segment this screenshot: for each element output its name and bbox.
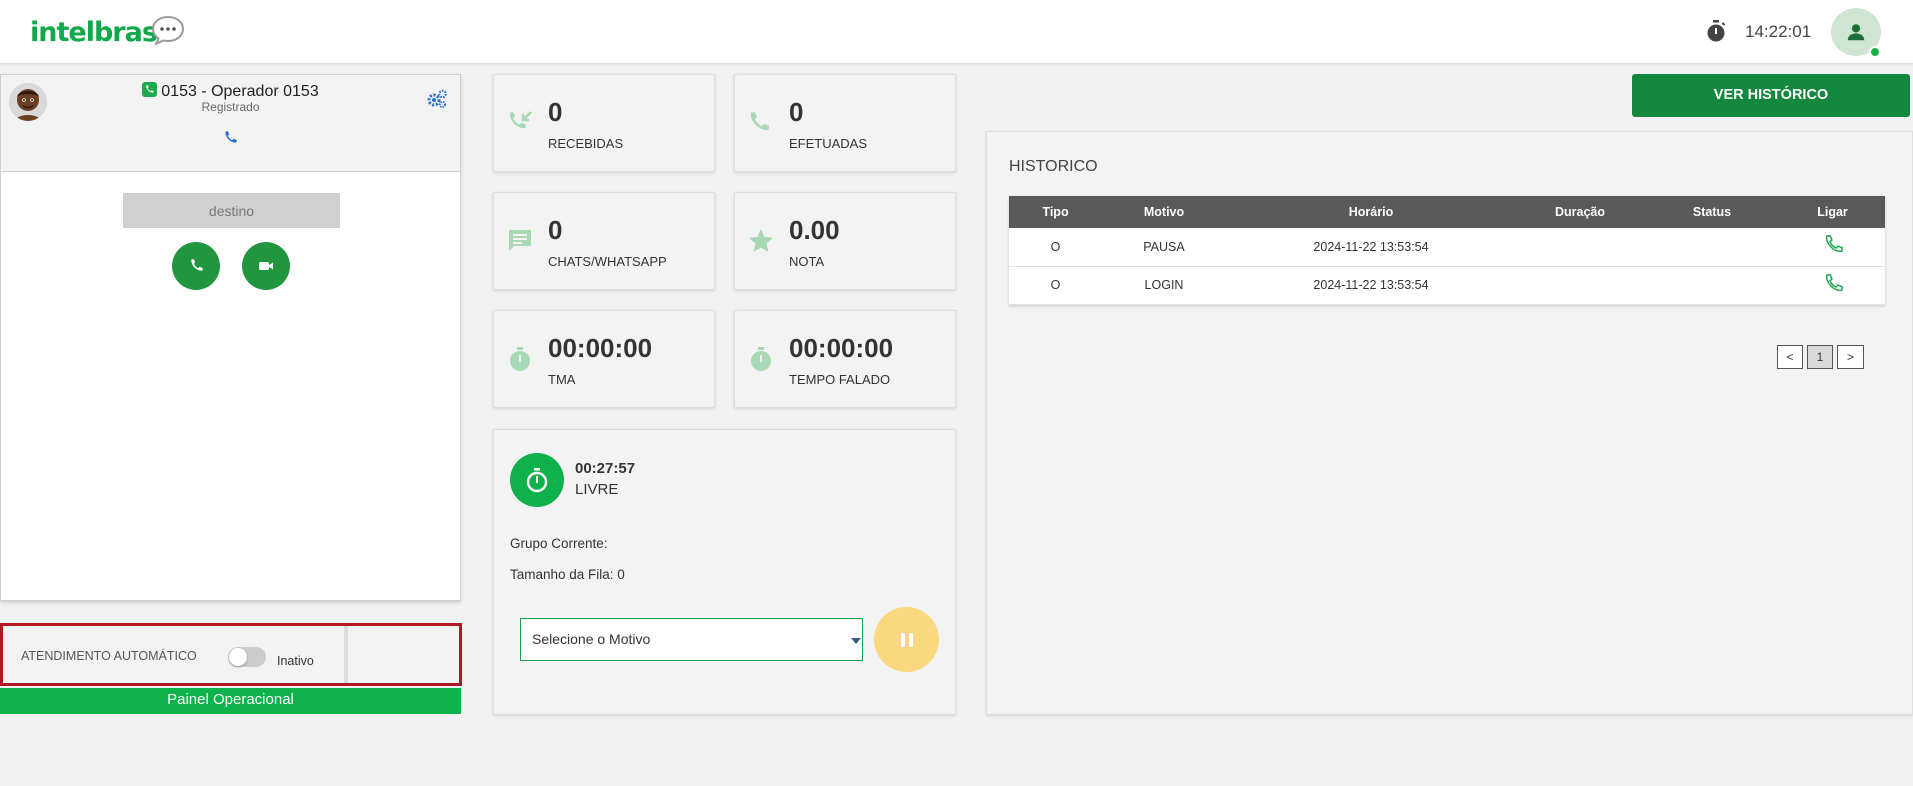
tempo-falado-value: 00:00:00 <box>789 333 894 363</box>
tma-label: TMA <box>548 372 576 387</box>
tma-value: 00:00:00 <box>548 333 653 363</box>
cell-status <box>1644 228 1780 267</box>
view-history-button[interactable]: VER HISTÓRICO <box>1632 74 1910 117</box>
cell-horario: 2024-11-22 13:53:54 <box>1226 228 1516 267</box>
current-group-label: Grupo Corrente: <box>510 536 608 551</box>
stopwatch-icon <box>751 347 771 371</box>
video-camera-icon <box>259 262 273 270</box>
cell-status <box>1644 266 1780 305</box>
phone-call-icon[interactable] <box>1822 234 1844 256</box>
queue-size-label: Tamanho da Fila: 0 <box>510 567 625 582</box>
table-row: O PAUSA 2024-11-22 13:53:54 <box>1009 228 1885 267</box>
incoming-call-icon <box>509 111 532 129</box>
online-status-dot <box>1869 46 1881 58</box>
tempo-falado-label: TEMPO FALADO <box>789 372 891 387</box>
stat-card-chats: 0 CHATS/WHATSAPP <box>493 192 715 290</box>
cell-motivo: LOGIN <box>1102 266 1226 305</box>
stopwatch-icon <box>526 468 548 493</box>
intelbras-logo: intelbras <box>30 17 158 48</box>
column-header-duracao[interactable]: Duração <box>1516 196 1644 228</box>
pager-page-button[interactable]: 1 <box>1807 345 1833 369</box>
auto-answer-toggle[interactable] <box>228 647 266 667</box>
column-header-ligar[interactable]: Ligar <box>1780 196 1885 228</box>
stat-card-recebidas: 0 RECEBIDAS <box>493 74 715 172</box>
recebidas-label: RECEBIDAS <box>548 136 624 151</box>
cell-ligar <box>1780 266 1885 305</box>
phone-icon <box>191 259 203 271</box>
stat-card-nota: 0.00 NOTA <box>734 192 956 290</box>
cell-duracao <box>1516 228 1644 267</box>
stopwatch-icon <box>1707 20 1726 42</box>
chevron-down-icon <box>851 638 861 644</box>
pager-next-button[interactable]: > <box>1837 345 1864 369</box>
softphone-panel: 0153 - Operador 0153 Registrado <box>0 74 461 601</box>
registration-status: Registrado <box>201 100 260 114</box>
whatsapp-icon <box>142 82 158 97</box>
operator-title: 0153 - Operador 0153 <box>1 82 460 101</box>
recebidas-value: 0 <box>548 97 563 127</box>
efetuadas-value: 0 <box>789 97 804 127</box>
video-call-button[interactable] <box>242 242 290 290</box>
column-header-tipo[interactable]: Tipo <box>1009 196 1102 228</box>
table-header-row: Tipo Motivo Horário Duração Status Ligar <box>1009 196 1885 228</box>
column-header-status[interactable]: Status <box>1644 196 1780 228</box>
pause-icon <box>900 632 913 647</box>
cell-tipo: O <box>1009 266 1102 305</box>
column-header-motivo[interactable]: Motivo <box>1102 196 1226 228</box>
pause-reason-value: Selecione o Motivo <box>532 631 651 647</box>
phone-call-icon[interactable] <box>1822 273 1844 295</box>
chats-value: 0 <box>548 215 563 245</box>
user-icon <box>1847 24 1865 41</box>
auto-answer-box: ATENDIMENTO AUTOMÁTICO Inativo <box>0 623 462 686</box>
pause-reason-select[interactable]: Selecione o Motivo <box>520 618 863 661</box>
agent-status-card: 00:27:57 LIVRE Grupo Corrente: Tamanho d… <box>493 429 956 715</box>
pause-button[interactable] <box>874 607 939 672</box>
cell-tipo: O <box>1009 228 1102 267</box>
nota-value: 0.00 <box>789 215 840 245</box>
history-card: HISTORICO Tipo Motivo Horário Duração St… <box>986 131 1913 715</box>
nota-label: NOTA <box>789 254 825 269</box>
history-title: HISTORICO <box>1009 158 1098 175</box>
auto-answer-state: Inativo <box>277 654 314 668</box>
cell-duracao <box>1516 266 1644 305</box>
column-header-horario[interactable]: Horário <box>1226 196 1516 228</box>
stat-card-tma: 00:00:00 TMA <box>493 310 715 408</box>
pager-prev-button[interactable]: < <box>1777 345 1803 369</box>
softphone-header: 0153 - Operador 0153 Registrado <box>1 75 460 172</box>
top-bar: intelbras 14:22:01 <box>0 0 1913 64</box>
cell-horario: 2024-11-22 13:53:54 <box>1226 266 1516 305</box>
status-state: LIVRE <box>575 481 619 498</box>
stat-card-tempo-falado: 00:00:00 TEMPO FALADO <box>734 310 956 408</box>
history-table: Tipo Motivo Horário Duração Status Ligar… <box>1009 196 1885 305</box>
status-elapsed-time: 00:27:57 <box>575 460 636 477</box>
clock: 14:22:01 <box>1745 22 1812 41</box>
call-button[interactable] <box>172 242 220 290</box>
phone-icon[interactable] <box>222 130 238 146</box>
stopwatch-icon <box>510 347 530 371</box>
chats-label: CHATS/WHATSAPP <box>548 254 667 269</box>
status-timer-badge <box>510 453 564 507</box>
gears-settings-icon[interactable] <box>426 89 448 109</box>
chat-bubble-logo-icon <box>151 15 185 45</box>
divider <box>344 626 348 683</box>
operational-panel-button[interactable]: Painel Operacional <box>0 688 461 714</box>
auto-answer-label: ATENDIMENTO AUTOMÁTICO <box>21 649 197 663</box>
destination-input[interactable] <box>123 193 340 228</box>
outgoing-call-icon <box>750 112 769 131</box>
operator-name: 0153 - Operador 0153 <box>161 83 319 100</box>
efetuadas-label: EFETUADAS <box>789 136 868 151</box>
chat-icon <box>509 230 531 251</box>
stat-card-efetuadas: 0 EFETUADAS <box>734 74 956 172</box>
cell-motivo: PAUSA <box>1102 228 1226 267</box>
cell-ligar <box>1780 228 1885 267</box>
table-row: O LOGIN 2024-11-22 13:53:54 <box>1009 266 1885 305</box>
star-icon <box>749 229 773 252</box>
